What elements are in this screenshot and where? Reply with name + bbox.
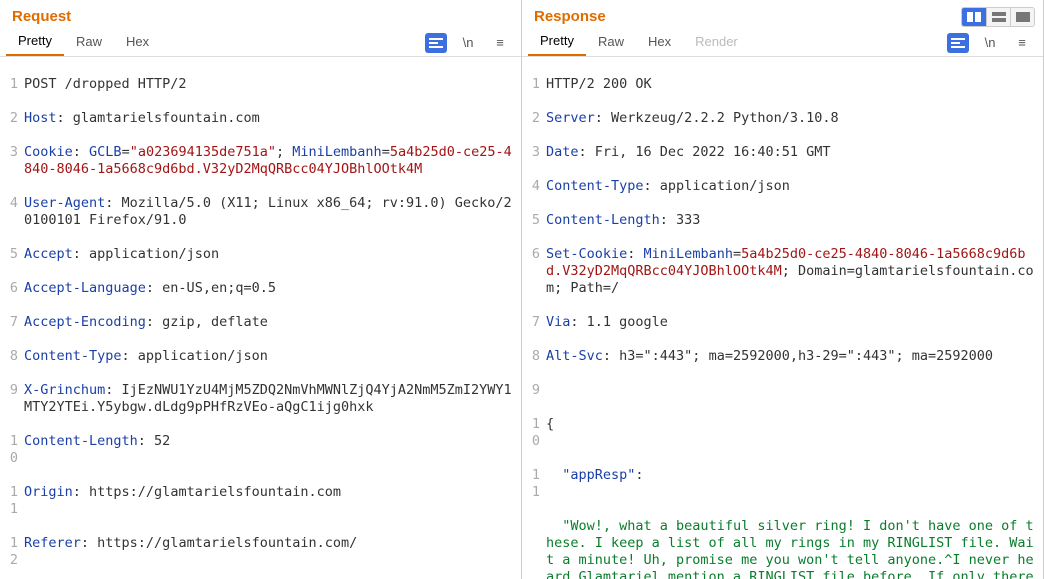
tab-raw[interactable]: Raw (64, 30, 114, 55)
request-pane: Request Pretty Raw Hex \n ≡ 1POST /dropp… (0, 0, 522, 579)
tab-render[interactable]: Render (683, 30, 750, 55)
request-tabs: Pretty Raw Hex \n ≡ (0, 29, 521, 57)
layout-single-icon[interactable] (1010, 8, 1034, 26)
tab-hex[interactable]: Hex (114, 30, 161, 55)
tab-raw[interactable]: Raw (586, 30, 636, 55)
wrap-icon[interactable]: \n (979, 33, 1001, 53)
tab-hex[interactable]: Hex (636, 30, 683, 55)
response-pane: Response Pretty Raw Hex Render \n ≡ 1HTT… (522, 0, 1044, 579)
request-code[interactable]: 1POST /dropped HTTP/2 2Host: glamtariels… (0, 57, 521, 579)
wrap-icon[interactable]: \n (457, 33, 479, 53)
beautify-icon[interactable] (425, 33, 447, 53)
layout-columns-icon[interactable] (962, 8, 986, 26)
request-title: Request (4, 4, 79, 29)
tab-pretty[interactable]: Pretty (6, 29, 64, 56)
beautify-icon[interactable] (947, 33, 969, 53)
tab-pretty[interactable]: Pretty (528, 29, 586, 56)
layout-rows-icon[interactable] (986, 8, 1010, 26)
layout-toggle (961, 7, 1035, 27)
menu-icon[interactable]: ≡ (1011, 33, 1033, 53)
menu-icon[interactable]: ≡ (489, 33, 511, 53)
response-code[interactable]: 1HTTP/2 200 OK 2Server: Werkzeug/2.2.2 P… (522, 57, 1043, 579)
response-tabs: Pretty Raw Hex Render \n ≡ (522, 29, 1043, 57)
response-title: Response (526, 4, 614, 29)
